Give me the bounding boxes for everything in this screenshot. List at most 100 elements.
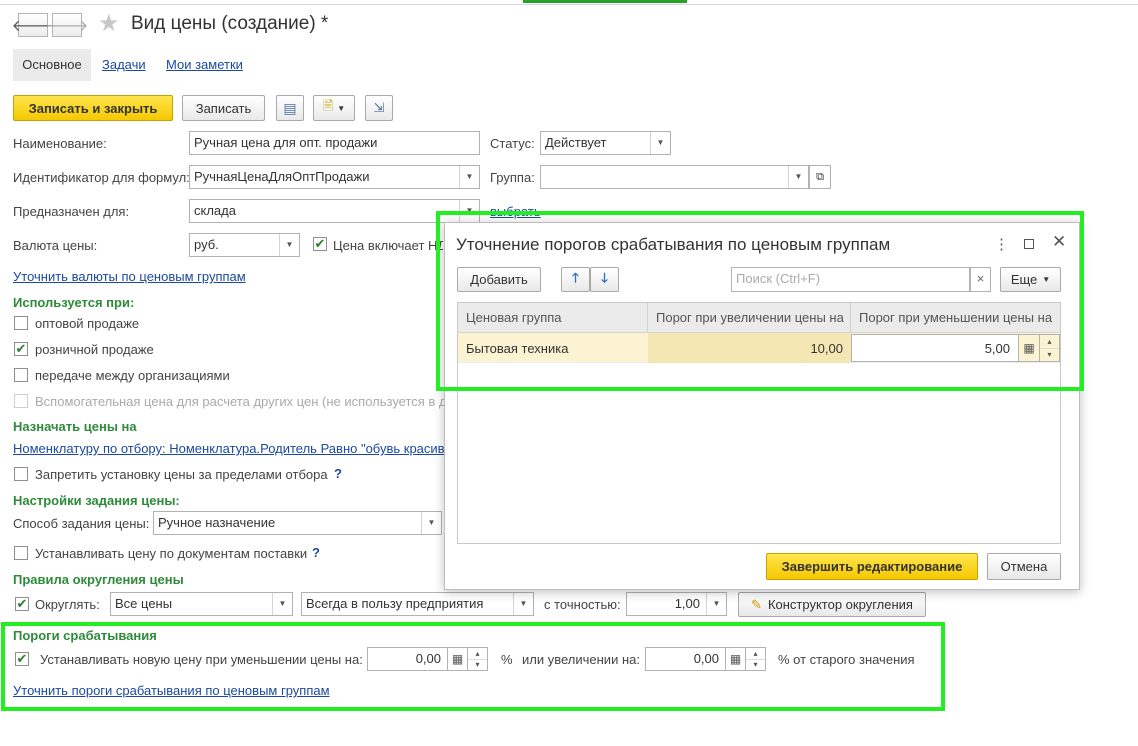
decrease-threshold-input[interactable]: 0,00	[367, 647, 448, 671]
save-and-close-button[interactable]: Записать и закрыть	[13, 95, 173, 121]
assign-filter-link[interactable]: Номенклатуру по отбору: Номенклатура.Род…	[13, 441, 444, 456]
calculator-icon[interactable]: ▦	[726, 647, 746, 671]
group-label: Группа:	[490, 170, 535, 185]
purpose-label: Предназначен для:	[13, 204, 130, 219]
method-select[interactable]: Ручное назначение ▼	[153, 511, 442, 535]
assign-heading: Назначать цены на	[13, 419, 137, 434]
chevron-down-icon[interactable]: ▼	[650, 132, 670, 154]
tab-tasks[interactable]: Задачи	[102, 49, 146, 81]
currency-groups-link[interactable]: Уточнить валюты по ценовым группам	[13, 269, 246, 284]
print-menu-button[interactable]: 🗎 ▼	[313, 95, 355, 121]
spin-up-icon[interactable]: ▴	[746, 648, 765, 660]
chevron-down-icon[interactable]: ▼	[513, 593, 533, 615]
auxiliary-price-checkbox[interactable]	[14, 394, 28, 408]
used-for-heading: Используется при:	[13, 295, 135, 310]
constructor-icon: ✎	[751, 596, 762, 612]
name-label: Наименование:	[13, 136, 107, 151]
restrict-label: Запретить установку цены за пределами от…	[35, 467, 328, 482]
restrict-checkbox[interactable]	[14, 467, 28, 481]
open-window-icon: ⧉	[816, 171, 824, 183]
auxiliary-price-label: Вспомогательная цена для расчета других …	[35, 394, 445, 409]
print-icon: 🗎	[322, 98, 334, 113]
or-increase-label: или увеличении на:	[522, 652, 640, 667]
tab-main[interactable]: Основное	[13, 49, 91, 81]
round-checkbox[interactable]: ✔	[15, 597, 29, 611]
currency-select[interactable]: руб. ▼	[189, 233, 300, 257]
active-window-tab-marker[interactable]	[523, 0, 687, 3]
group-open-button[interactable]: ⧉	[809, 165, 831, 189]
threshold-groups-link[interactable]: Уточнить пороги срабатывания по ценовым …	[13, 683, 330, 698]
name-input[interactable]: Ручная цена для опт. продажи	[189, 131, 480, 155]
back-button[interactable]: 🡐	[12, 13, 54, 37]
cancel-button[interactable]: Отмена	[987, 553, 1061, 580]
threshold-checkbox[interactable]: ✔	[15, 652, 29, 666]
export-icon: ⇲	[373, 100, 385, 115]
round-direction-select[interactable]: Всегда в пользу предприятия ▼	[301, 592, 534, 616]
precision-value: 1,00	[674, 596, 700, 611]
currency-value: руб.	[194, 237, 219, 252]
page-title: Вид цены (создание) *	[131, 13, 329, 34]
supply-help-icon[interactable]: ?	[312, 545, 320, 560]
purpose-value: склада	[194, 203, 236, 218]
wholesale-label: оптовой продаже	[35, 316, 140, 331]
decrease-spinner[interactable]: ▴ ▾	[468, 647, 488, 671]
status-label: Статус:	[490, 136, 535, 151]
tab-notes[interactable]: Мои заметки	[166, 49, 243, 81]
round-scope-select[interactable]: Все цены ▼	[110, 592, 293, 616]
increase-threshold-input[interactable]: 0,00	[645, 647, 726, 671]
forward-button[interactable]: 🡒	[46, 13, 88, 37]
precision-select[interactable]: 1,00 ▼	[626, 592, 727, 616]
round-label: Округлять:	[35, 597, 100, 612]
chevron-down-icon[interactable]: ▼	[421, 512, 441, 534]
chevron-down-icon[interactable]: ▼	[788, 166, 808, 188]
intercompany-checkbox[interactable]	[14, 368, 28, 382]
round-direction-value: Всегда в пользу предприятия	[306, 596, 484, 611]
rounding-constructor-button[interactable]: ✎ Конструктор округления	[738, 592, 926, 617]
chevron-down-icon[interactable]: ▼	[279, 234, 299, 256]
currency-label: Валюта цены:	[13, 238, 98, 253]
chevron-down-icon: ▼	[337, 103, 346, 113]
method-value: Ручное назначение	[158, 515, 276, 530]
status-select[interactable]: Действует ▼	[540, 131, 671, 155]
vat-label: Цена включает НДС	[333, 238, 443, 253]
checkmark-icon: ✔	[16, 596, 28, 611]
chevron-down-icon[interactable]: ▼	[459, 166, 479, 188]
group-select[interactable]: ▼	[540, 165, 809, 189]
of-old-value-label: % от старого значения	[778, 652, 915, 667]
checkmark-icon: ✔	[16, 651, 28, 666]
checkmark-icon: ✔	[15, 341, 27, 356]
chevron-down-icon[interactable]: ▼	[272, 593, 292, 615]
arrow-right-icon: 🡒	[45, 17, 89, 35]
checkmark-icon: ✔	[314, 236, 326, 251]
document-list-icon: ▤	[283, 99, 297, 116]
supply-checkbox[interactable]	[14, 546, 28, 560]
wholesale-checkbox[interactable]	[14, 316, 28, 330]
report-button[interactable]: ▤	[276, 95, 304, 121]
retail-checkbox[interactable]: ✔	[14, 342, 28, 356]
status-value: Действует	[545, 135, 607, 150]
formula-id-value: РучнаяЦенаДляОптПродажи	[194, 169, 370, 184]
restrict-help-icon[interactable]: ?	[334, 466, 342, 481]
retail-label: розничной продаже	[35, 342, 154, 357]
percent-label: %	[501, 652, 513, 667]
formula-id-label: Идентификатор для формул:	[13, 170, 190, 185]
spin-down-icon[interactable]: ▾	[746, 660, 765, 671]
increase-spinner[interactable]: ▴ ▾	[746, 647, 766, 671]
supply-label: Устанавливать цену по документам поставк…	[35, 546, 308, 561]
formula-id-input[interactable]: РучнаяЦенаДляОптПродажи ▼	[189, 165, 480, 189]
settings-heading: Настройки задания цены:	[13, 493, 180, 508]
calculator-icon[interactable]: ▦	[448, 647, 468, 671]
round-scope-value: Все цены	[115, 596, 173, 611]
chevron-down-icon[interactable]: ▼	[706, 593, 726, 615]
go-to-button[interactable]: ⇲	[365, 95, 393, 121]
vat-checkbox[interactable]: ✔	[313, 237, 327, 251]
dialog-highlight-frame	[436, 211, 1084, 391]
method-label: Способ задания цены:	[13, 516, 150, 531]
save-button[interactable]: Записать	[182, 95, 265, 121]
spin-up-icon[interactable]: ▴	[468, 648, 487, 660]
spin-down-icon[interactable]: ▾	[468, 660, 487, 671]
favorite-star-icon[interactable]: ★	[98, 11, 120, 37]
thresholds-heading: Пороги срабатывания	[13, 628, 157, 643]
rounding-constructor-label: Конструктор округления	[767, 597, 913, 612]
finish-editing-button[interactable]: Завершить редактирование	[766, 553, 978, 580]
